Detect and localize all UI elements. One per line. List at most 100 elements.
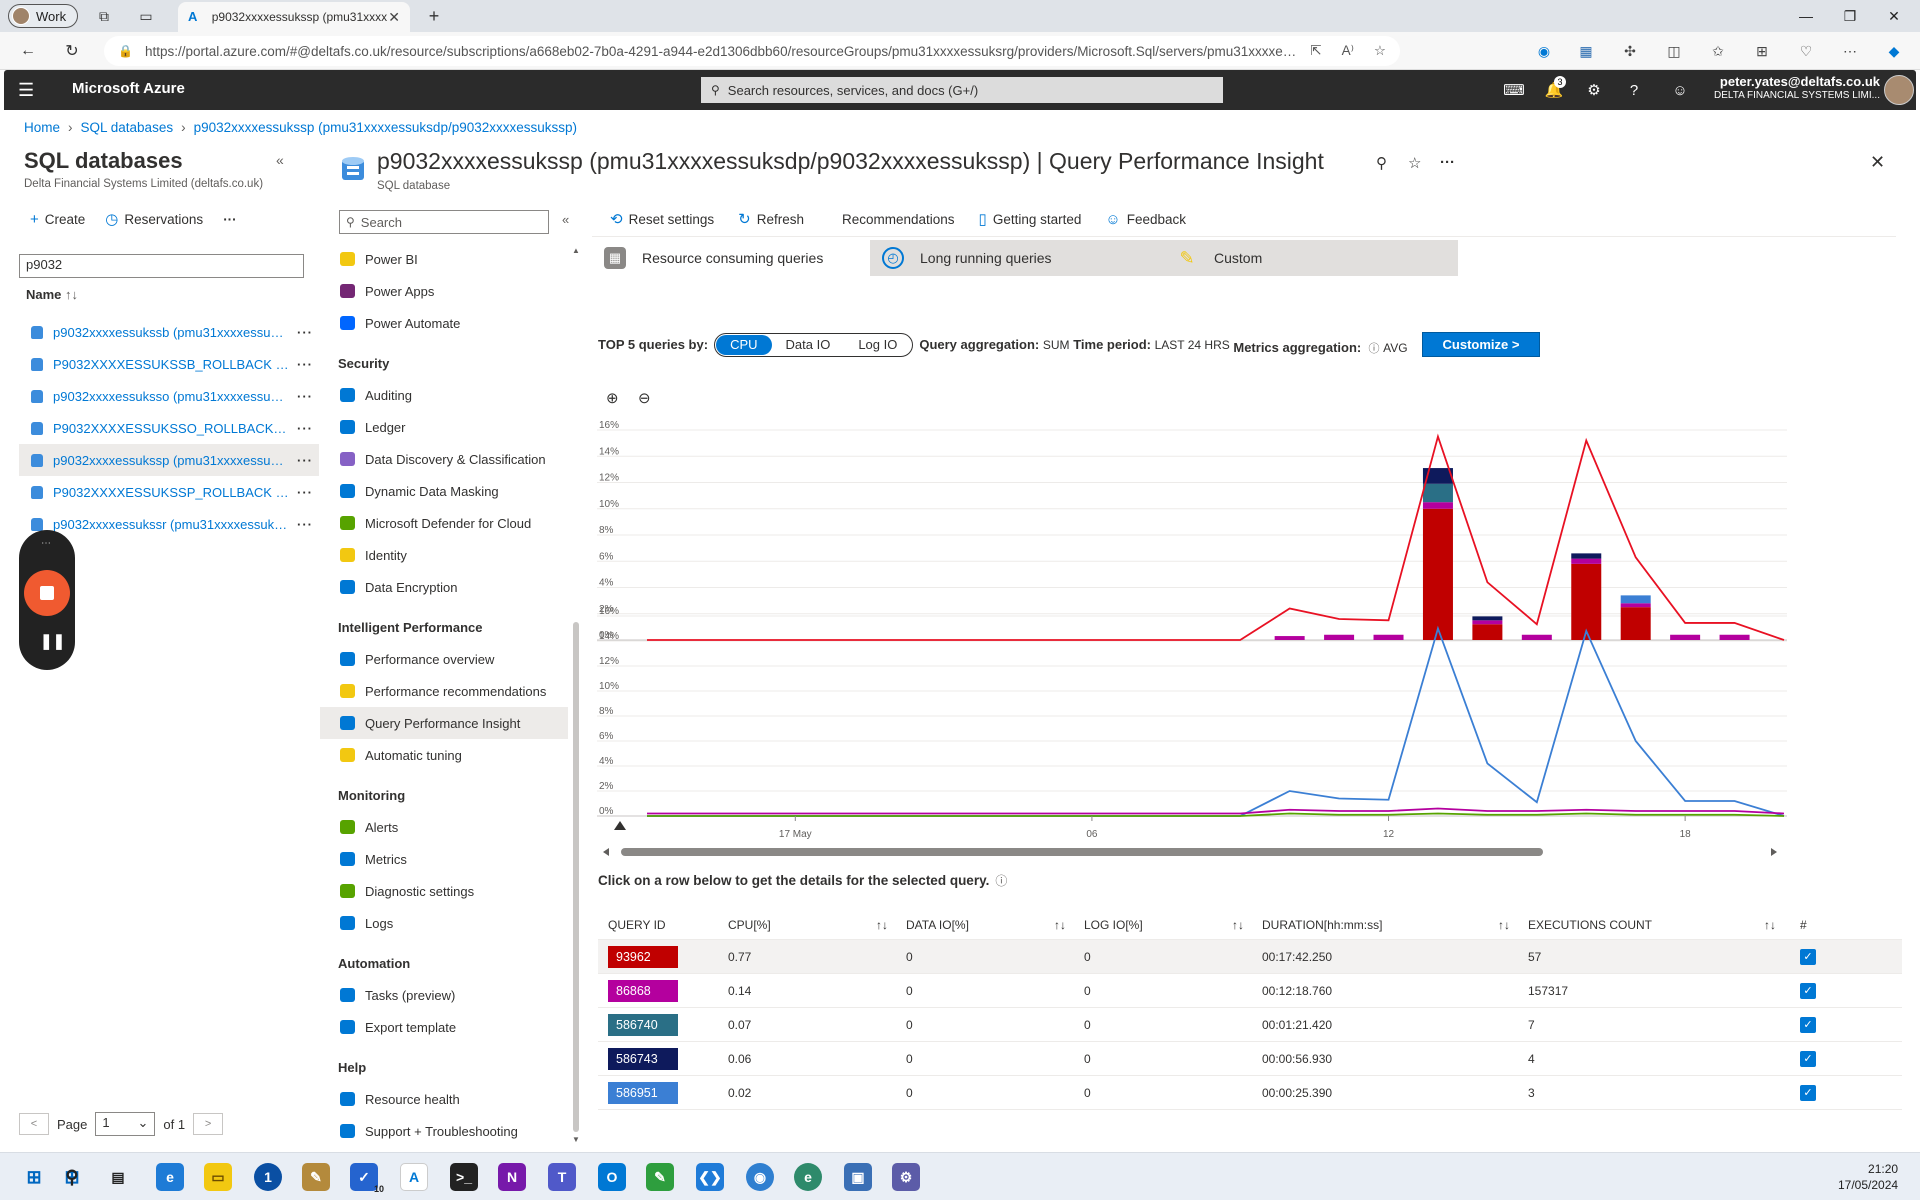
reservations-button[interactable]: ◷ Reservations: [105, 210, 203, 228]
workspaces-icon[interactable]: ⧉: [94, 6, 114, 26]
windows-logo-icon[interactable]: ⊞: [20, 1163, 48, 1191]
database-name[interactable]: p9032xxxxessukssb (pmu31xxxxessuksdp/p90…: [53, 325, 289, 340]
database-list-item[interactable]: P9032XXXXESSUKSSB_ROLLBACK (pmu31xxxxess…: [19, 348, 319, 380]
scroll-left-icon[interactable]: [603, 848, 609, 856]
menu-item[interactable]: Diagnostic settings: [320, 875, 568, 907]
col-cpu[interactable]: CPU[%] ↑↓: [720, 918, 898, 932]
row-checkbox[interactable]: ✓: [1800, 1050, 1816, 1067]
collections-icon[interactable]: ⊞: [1752, 41, 1772, 61]
sort-icon[interactable]: ↑↓: [876, 918, 888, 932]
info-icon[interactable]: ⓘ: [995, 874, 1007, 888]
bar-segment[interactable]: [1472, 616, 1503, 621]
row-more-icon[interactable]: ···: [297, 357, 313, 372]
feedback-button[interactable]: ☺ Feedback: [1105, 211, 1186, 228]
pin-icon[interactable]: ⚲: [1376, 154, 1387, 172]
resource-menu-scrollbar[interactable]: ▲ ▼: [572, 246, 580, 1144]
sort-icon[interactable]: ↑↓: [1498, 918, 1510, 932]
browser-essentials-icon[interactable]: ♡: [1796, 41, 1816, 61]
minimize-icon[interactable]: —: [1786, 4, 1826, 28]
row-more-icon[interactable]: ···: [297, 517, 313, 532]
collapse-left-panel-icon[interactable]: «: [276, 152, 284, 168]
row-more-icon[interactable]: ···: [297, 485, 313, 500]
col-duration[interactable]: DURATION[hh:mm:ss] ↑↓: [1254, 918, 1520, 932]
metric-dataio-option[interactable]: Data IO: [772, 335, 845, 355]
menu-item[interactable]: Power Automate: [320, 307, 568, 339]
query-id-chip[interactable]: 586740: [608, 1013, 678, 1036]
database-list-item[interactable]: P9032XXXXESSUKSSO_ROLLBACK (pmu31xxxxess…: [19, 412, 319, 444]
chart-scroll-thumb[interactable]: [621, 848, 1543, 856]
menu-item[interactable]: Data Discovery & Classification: [320, 443, 568, 475]
query-id-chip[interactable]: 586951: [608, 1081, 678, 1104]
sort-icon[interactable]: ↑↓: [1232, 918, 1244, 932]
notepad-icon[interactable]: ✎: [646, 1163, 674, 1191]
menu-item[interactable]: Identity: [320, 539, 568, 571]
breadcrumb-home[interactable]: Home: [24, 120, 60, 135]
zoom-out-icon[interactable]: ⊖: [638, 389, 651, 407]
stop-recording-button[interactable]: [24, 570, 70, 616]
tab-close-icon[interactable]: ✕: [388, 9, 400, 26]
info-icon[interactable]: ⓘ: [1368, 340, 1379, 356]
new-tab-icon[interactable]: +: [424, 6, 444, 26]
bar-segment[interactable]: [1422, 508, 1453, 640]
copilot-icon[interactable]: ◆: [1884, 41, 1904, 61]
breadcrumb-sql-databases[interactable]: SQL databases: [81, 120, 174, 135]
query-id-chip[interactable]: 586743: [608, 1047, 678, 1070]
col-query-id[interactable]: QUERY ID: [598, 918, 720, 932]
favorite-star-icon[interactable]: ☆: [1374, 43, 1386, 59]
refresh-button[interactable]: ↻ Refresh: [738, 210, 804, 228]
teams-icon[interactable]: T: [548, 1163, 576, 1191]
sort-icon[interactable]: ↑↓: [1764, 918, 1776, 932]
row-checkbox[interactable]: ✓: [1800, 982, 1816, 999]
menu-item[interactable]: Data Encryption: [320, 571, 568, 603]
reset-settings-button[interactable]: ⟲ Reset settings: [610, 210, 714, 228]
tab-resource-consuming-queries[interactable]: ▦ Resource consuming queries: [592, 240, 870, 276]
menu-item[interactable]: Metrics: [320, 843, 568, 875]
row-checkbox[interactable]: ✓: [1800, 1084, 1816, 1101]
pause-recording-icon[interactable]: ❚❚: [40, 632, 65, 650]
menu-item[interactable]: Dynamic Data Masking: [320, 475, 568, 507]
menu-item[interactable]: Tasks (preview): [320, 979, 568, 1011]
database-name[interactable]: p9032xxxxessukssо (pmu31xxxxessuksdp/p90…: [53, 389, 289, 404]
col-data-io[interactable]: DATA IO[%] ↑↓: [898, 918, 1076, 932]
portal-menu-icon[interactable]: ☰: [18, 80, 34, 101]
edge-browser-icon[interactable]: e: [156, 1163, 184, 1191]
query-id-chip[interactable]: 86868: [608, 979, 678, 1002]
bar-segment[interactable]: [1373, 634, 1404, 640]
account-menu[interactable]: peter.yates@deltafs.co.uk DELTA FINANCIA…: [1670, 75, 1880, 103]
getting-started-button[interactable]: ▯ Getting started: [979, 210, 1082, 228]
menu-item[interactable]: Power BI: [320, 243, 568, 275]
customize-button[interactable]: Customize >: [1421, 332, 1541, 357]
favorites-icon[interactable]: ✩: [1708, 41, 1728, 61]
vscode-icon[interactable]: ❮❯: [696, 1163, 724, 1191]
bar-segment[interactable]: [1472, 624, 1503, 640]
notifications-icon[interactable]: 🔔 3: [1542, 76, 1566, 100]
outlook-icon[interactable]: O: [598, 1163, 626, 1191]
col-executions[interactable]: EXECUTIONS COUNT ↑↓: [1520, 918, 1786, 932]
menu-item[interactable]: Performance recommendations: [320, 675, 568, 707]
bar-segment[interactable]: [1571, 563, 1602, 640]
cloud-shell-icon[interactable]: ⌨: [1502, 80, 1526, 100]
extensions-icon[interactable]: ✣: [1620, 41, 1640, 61]
star-icon[interactable]: ☆: [1408, 154, 1421, 172]
back-icon[interactable]: ←: [16, 40, 40, 62]
menu-item[interactable]: Support + Troubleshooting: [320, 1115, 568, 1143]
resource-menu-search-input[interactable]: ⚲ Search: [339, 210, 549, 234]
breadcrumb-database[interactable]: p9032xxxxessukssp (pmu31xxxxessuksdp/p90…: [194, 120, 577, 135]
sort-icon[interactable]: ↑↓: [1054, 918, 1066, 932]
edge-dev-icon[interactable]: e: [794, 1163, 822, 1191]
more-options-icon[interactable]: ···: [1440, 154, 1455, 171]
open-app-icon[interactable]: ⇱: [1310, 43, 1321, 59]
row-more-icon[interactable]: ···: [297, 325, 313, 340]
row-checkbox[interactable]: ✓: [1800, 1016, 1816, 1033]
profile-button[interactable]: Work: [8, 4, 78, 28]
row-checkbox[interactable]: ✓: [1800, 948, 1816, 965]
global-search-input[interactable]: ⚲ Search resources, services, and docs (…: [701, 77, 1223, 103]
database-list-item[interactable]: p9032xxxxessukssp (pmu31xxxxessuksdp/p90…: [19, 444, 319, 476]
menu-item[interactable]: Performance overview: [320, 643, 568, 675]
tools-app-icon[interactable]: ✎: [302, 1163, 330, 1191]
app-gear-icon[interactable]: ⚙: [892, 1163, 920, 1191]
database-list-item[interactable]: p9032xxxxessukssо (pmu31xxxxessuksdp/p90…: [19, 380, 319, 412]
database-list-item[interactable]: P9032XXXXESSUKSSP_ROLLBACK (pmu31xxxxess…: [19, 476, 319, 508]
next-page-button[interactable]: >: [193, 1113, 224, 1135]
menu-item[interactable]: Microsoft Defender for Cloud: [320, 507, 568, 539]
